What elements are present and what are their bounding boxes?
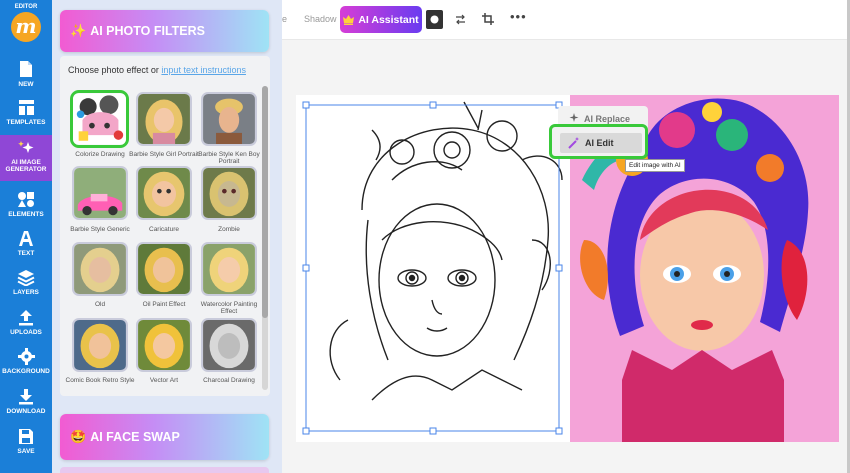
sidebar-item-label: BACKGROUND bbox=[2, 368, 50, 375]
sidebar-item-background[interactable]: BACKGROUND bbox=[0, 348, 52, 375]
app-logo[interactable]: m bbox=[11, 12, 41, 42]
sidebar-item-text[interactable]: TEXT bbox=[0, 230, 52, 257]
filter-charcoal-drawing[interactable] bbox=[201, 318, 257, 372]
sparkle-icon bbox=[18, 141, 34, 153]
sidebar-item-label: ELEMENTS bbox=[8, 211, 44, 218]
filter-label: Watercolor Painting Effect bbox=[200, 301, 258, 315]
caricature-thumbnail bbox=[138, 168, 190, 218]
filter-barbie-style-girl-portrait[interactable] bbox=[136, 92, 192, 146]
charcoal-thumbnail bbox=[203, 320, 255, 370]
sidebar-item-save[interactable]: SAVE bbox=[0, 428, 52, 455]
oil-paint-thumbnail bbox=[138, 244, 190, 294]
filter-label: Oil Paint Effect bbox=[142, 301, 186, 308]
filter-label: Zombie bbox=[218, 226, 240, 233]
sidebar-item-elements[interactable]: ELEMENTS bbox=[0, 191, 52, 218]
sidebar-item-label: SAVE bbox=[17, 448, 35, 455]
section-title: AI FACE SWAP bbox=[90, 430, 180, 444]
filter-old[interactable] bbox=[72, 242, 128, 296]
tooltip: Edit image with AI bbox=[625, 159, 685, 172]
sidebar-item-label: NEW bbox=[18, 81, 34, 88]
magic-wand-icon bbox=[568, 137, 579, 149]
filter-label: Barbie Style Ken Boy Portrait bbox=[198, 151, 260, 165]
sidebar-item-label: TEMPLATES bbox=[6, 119, 46, 126]
filter-label: Vector Art bbox=[149, 377, 179, 384]
filter-barbie-style-generic[interactable] bbox=[72, 166, 128, 220]
filter-colorize-drawing[interactable] bbox=[70, 90, 129, 148]
crop-icon[interactable] bbox=[482, 13, 494, 25]
filter-barbie-style-ken-boy-portrait[interactable] bbox=[201, 92, 257, 146]
next-section-card bbox=[60, 467, 269, 473]
filter-vector-art[interactable] bbox=[136, 318, 192, 372]
barbie-generic-thumbnail bbox=[74, 168, 126, 218]
sidebar-item-new[interactable]: NEW bbox=[0, 60, 52, 88]
sparkle-icon bbox=[569, 113, 579, 122]
star-struck-icon: 🤩 bbox=[70, 429, 87, 444]
gear-icon bbox=[17, 348, 35, 365]
sidebar-item-label: DOWNLOAD bbox=[6, 408, 46, 415]
sidebar-item-ai-image-generator[interactable]: AI IMAGE GENERATOR bbox=[0, 140, 52, 173]
panel-scrollbar-thumb[interactable] bbox=[262, 86, 268, 318]
text-icon bbox=[19, 231, 33, 246]
sidebar-item-layers[interactable]: LAYERS bbox=[0, 269, 52, 296]
file-icon bbox=[20, 61, 32, 77]
filter-label: Comic Book Retro Style bbox=[65, 377, 135, 384]
filter-oil-paint-effect[interactable] bbox=[136, 242, 192, 296]
ai-face-swap-header[interactable]: 🤩 AI FACE SWAP bbox=[60, 414, 269, 460]
sidebar-item-label: TEXT bbox=[17, 250, 35, 257]
editor-label: EDITOR bbox=[14, 4, 38, 10]
sidebar-item-label: LAYERS bbox=[13, 289, 39, 296]
filter-watercolor-painting-effect[interactable] bbox=[201, 242, 257, 296]
comic-book-thumbnail bbox=[74, 320, 126, 370]
watercolor-thumbnail bbox=[203, 244, 255, 294]
ai-assistant-button[interactable]: AI Assistant bbox=[340, 6, 422, 33]
filters-instruction: Choose photo effect or input text instru… bbox=[68, 65, 246, 75]
circle-icon bbox=[430, 15, 439, 24]
sparkles-icon: ✨ bbox=[70, 23, 87, 38]
section-title: AI PHOTO FILTERS bbox=[90, 24, 206, 38]
ai-photo-filters-header[interactable]: ✨ AI PHOTO FILTERS bbox=[60, 10, 269, 52]
more-options-icon[interactable]: ••• bbox=[510, 9, 527, 24]
filter-label: Old bbox=[94, 301, 106, 308]
save-icon bbox=[19, 429, 33, 444]
design-canvas[interactable] bbox=[282, 40, 850, 473]
filter-label: Barbie Style Girl Portrait bbox=[129, 151, 199, 158]
sidebar-item-templates[interactable]: TEMPLATES bbox=[0, 99, 52, 126]
input-text-instructions-link[interactable]: input text instructions bbox=[161, 65, 246, 75]
crown-icon bbox=[343, 14, 355, 25]
barbie-girl-thumbnail bbox=[138, 94, 190, 144]
sidebar-item-label: UPLOADS bbox=[10, 329, 42, 336]
download-icon bbox=[19, 389, 33, 405]
zombie-thumbnail bbox=[203, 168, 255, 218]
sidebar: EDITOR m NEW TEMPLATES AI IMAGE GENERATO… bbox=[0, 0, 52, 473]
filter-label: Caricature bbox=[149, 226, 179, 233]
filter-caricature[interactable] bbox=[136, 166, 192, 220]
filter-label: Barbie Style Generic bbox=[70, 226, 130, 233]
flip-icon[interactable] bbox=[455, 14, 466, 25]
filter-zombie[interactable] bbox=[201, 166, 257, 220]
photo-filters-box: Choose photo effect or input text instru… bbox=[60, 56, 270, 396]
top-toolbar: e Shadow AI Assistant ••• bbox=[282, 0, 850, 40]
colorize-drawing-thumbnail bbox=[73, 93, 126, 145]
shadow-button[interactable]: Shadow bbox=[304, 14, 337, 24]
templates-icon bbox=[18, 100, 34, 115]
elements-icon bbox=[18, 192, 34, 207]
layers-icon bbox=[17, 270, 35, 286]
sidebar-item-label: AI IMAGE GENERATOR bbox=[5, 159, 47, 173]
color-picker-button[interactable] bbox=[426, 10, 443, 29]
toolbar-truncated-item[interactable]: e bbox=[282, 14, 287, 24]
upload-icon bbox=[19, 310, 33, 326]
ai-tools-panel: ✨ AI PHOTO FILTERS Choose photo effect o… bbox=[52, 0, 282, 473]
old-thumbnail bbox=[74, 244, 126, 294]
filter-label: Colorize Drawing bbox=[75, 151, 125, 158]
canvas-area: AI Replace AI Edit Edit image with AI bbox=[282, 40, 850, 473]
ai-edit-button[interactable]: AI Edit bbox=[560, 133, 642, 153]
vector-art-thumbnail bbox=[138, 320, 190, 370]
filter-comic-book-retro-style[interactable] bbox=[72, 318, 128, 372]
sidebar-item-uploads[interactable]: UPLOADS bbox=[0, 309, 52, 336]
barbie-ken-thumbnail bbox=[203, 94, 255, 144]
filter-label: Charcoal Drawing bbox=[203, 377, 255, 384]
sidebar-item-download[interactable]: DOWNLOAD bbox=[0, 388, 52, 415]
